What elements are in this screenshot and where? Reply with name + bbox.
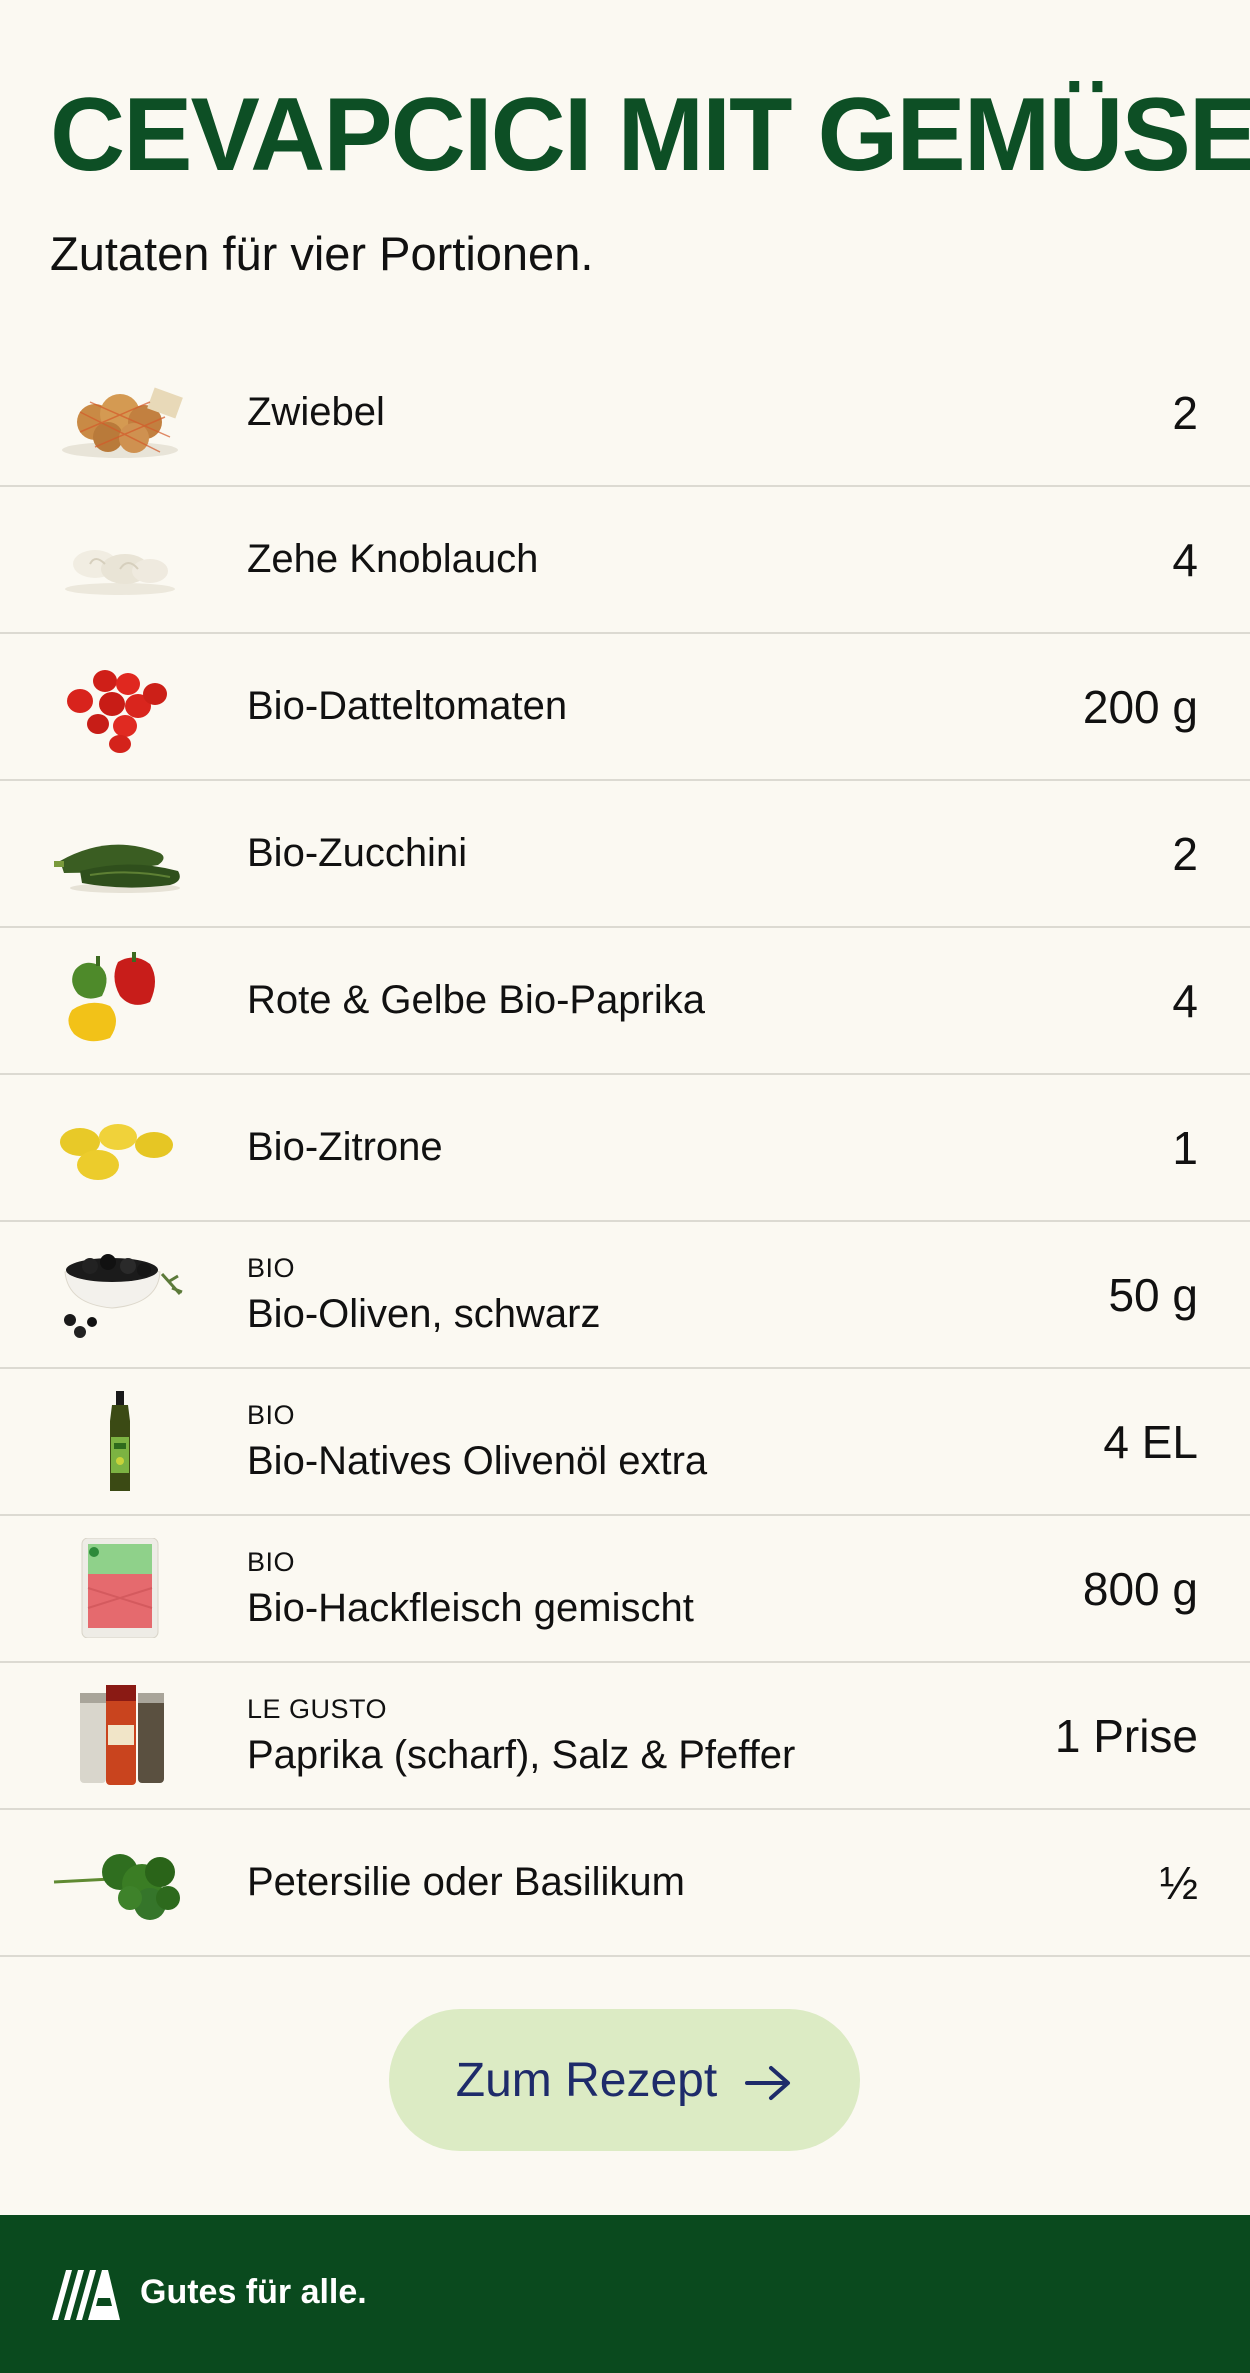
ingredient-amount: ½ [1159,1856,1198,1909]
ingredient-amount: 2 [1172,386,1198,439]
ingredient-name: Bio-Zucchini [247,831,468,875]
ingredient-name: Zwiebel [247,390,385,434]
parsley-icon [50,1832,190,1932]
ingredient-name: Paprika (scharf), Salz & Pfeffer [247,1732,796,1777]
ingredient-row: Bio-Zucchini 2 [0,781,1250,928]
footer: Gutes für alle. [0,2215,1250,2373]
onion-net-icon [50,362,190,462]
zum-rezept-button[interactable]: Zum Rezept [389,2009,860,2151]
ingredient-row: LE GUSTO Paprika (scharf), Salz & Pfeffe… [0,1663,1250,1810]
ingredient-row: BIO Bio-Hackfleisch gemischt 800 g [0,1516,1250,1663]
ingredient-amount: 800 g [1082,1562,1198,1615]
ingredient-amount: 200 g [1082,680,1198,733]
ingredient-amount: 1 Prise [1054,1709,1198,1762]
minced-meat-package-icon [50,1538,190,1638]
lemons-icon [50,1097,190,1197]
arrow-right-icon [743,2060,793,2100]
ingredient-brand: BIO [247,1399,296,1430]
ingredient-name: Bio-Hackfleisch gemischt [247,1585,694,1630]
ingredient-amount: 50 g [1108,1268,1198,1321]
olive-oil-bottle-icon [50,1391,190,1491]
spice-shakers-icon [50,1685,190,1785]
ingredient-name: Bio-Natives Olivenöl extra [247,1438,708,1483]
ingredient-name: Bio-Datteltomaten [247,684,568,728]
ingredient-amount: 1 [1172,1121,1198,1174]
ingredient-list: Zwiebel 2 Zehe Knoblauch 4 Bio-Datteltom… [0,340,1250,1957]
aldi-logo-icon [50,2270,120,2320]
ingredient-brand: LE GUSTO [247,1693,388,1724]
ingredient-row: Bio-Zitrone 1 [0,1075,1250,1222]
footer-slogan: Gutes für alle. [140,2273,367,2311]
ingredient-row: Bio-Datteltomaten 200 g [0,634,1250,781]
ingredient-name: Rote & Gelbe Bio-Paprika [247,978,706,1022]
bell-peppers-icon [50,950,190,1050]
ingredient-amount: 4 [1172,533,1198,586]
garlic-icon [50,509,190,609]
ingredient-row: Zwiebel 2 [0,340,1250,487]
ingredient-amount: 4 [1172,974,1198,1027]
ingredient-row: BIO Bio-Oliven, schwarz 50 g [0,1222,1250,1369]
ingredient-row: Rote & Gelbe Bio-Paprika 4 [0,928,1250,1075]
ingredient-brand: BIO [247,1252,296,1283]
ingredient-name: Bio-Oliven, schwarz [247,1291,601,1336]
ingredient-name: Zehe Knoblauch [247,537,539,581]
ingredient-row: Zehe Knoblauch 4 [0,487,1250,634]
ingredient-brand: BIO [247,1546,296,1577]
ingredient-name: Petersilie oder Basilikum [247,1860,685,1904]
ingredient-name: Bio-Zitrone [247,1125,443,1169]
ingredient-amount: 4 EL [1103,1415,1198,1468]
zucchini-icon [50,803,190,903]
cherry-tomatoes-icon [50,656,190,756]
page-subtitle: Zutaten für vier Portionen. [50,227,594,280]
black-olives-icon [50,1244,190,1344]
ingredient-row: Petersilie oder Basilikum ½ [0,1810,1250,1957]
page-title: CEVAPCICI MIT GEMÜSE [50,77,1250,193]
ingredient-amount: 2 [1172,827,1198,880]
zum-rezept-label: Zum Rezept [455,2053,718,2107]
ingredient-row: BIO Bio-Natives Olivenöl extra 4 EL [0,1369,1250,1516]
